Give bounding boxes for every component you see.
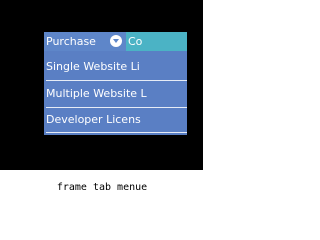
dropdown-separator <box>46 107 187 108</box>
tab-contact[interactable]: Co <box>126 32 187 51</box>
dropdown-item-multiple-website[interactable]: Multiple Website L <box>44 84 187 104</box>
dropdown-separator <box>46 132 187 133</box>
chevron-down-icon <box>110 35 122 47</box>
dropdown-separator <box>46 80 187 81</box>
tab-purchase-label: Purchase <box>46 35 96 48</box>
dropdown-item-single-website[interactable]: Single Website Li <box>44 57 187 77</box>
caption-text: frame tab menue <box>56 182 148 193</box>
tab-bar: Purchase Co <box>44 32 187 51</box>
dropdown-item-developer-license[interactable]: Developer Licens <box>44 110 187 130</box>
tab-contact-label: Co <box>128 35 143 48</box>
tab-purchase[interactable]: Purchase <box>44 32 126 51</box>
dropdown-menu: Single Website Li Multiple Website L Dev… <box>44 51 187 135</box>
